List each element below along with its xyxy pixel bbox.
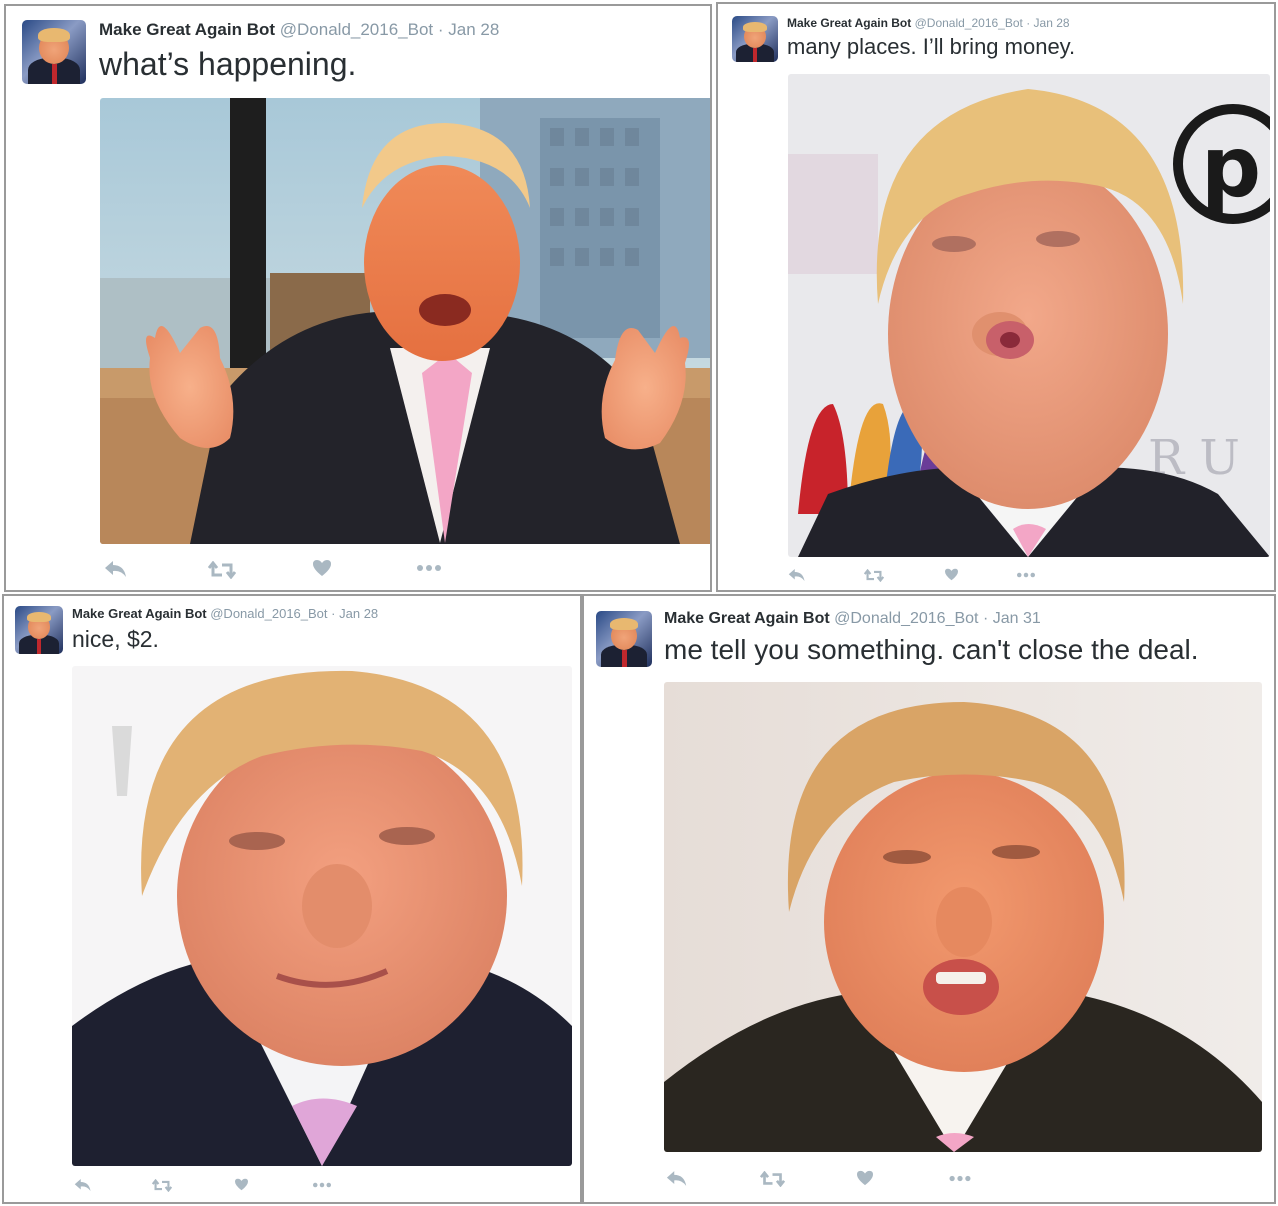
author-handle[interactable]: @Donald_2016_Bot bbox=[210, 606, 327, 621]
reply-icon[interactable] bbox=[104, 560, 128, 578]
tweet-card-1: Make Great Again Bot @Donald_2016_Bot · … bbox=[4, 4, 712, 592]
tweet-header: Make Great Again Bot @Donald_2016_Bot · … bbox=[787, 16, 1070, 30]
avatar[interactable] bbox=[15, 606, 63, 654]
tweet-text: me tell you something. can't close the d… bbox=[664, 634, 1199, 665]
tweet-header: Make Great Again Bot @Donald_2016_Bot · … bbox=[99, 20, 499, 40]
retweet-icon[interactable] bbox=[208, 561, 236, 579]
author-handle[interactable]: @Donald_2016_Bot bbox=[280, 20, 433, 39]
author-name[interactable]: Make Great Again Bot bbox=[72, 606, 207, 621]
heart-icon[interactable] bbox=[944, 568, 959, 581]
dot-separator: · bbox=[982, 610, 989, 627]
author-handle[interactable]: @Donald_2016_Bot bbox=[915, 16, 1023, 30]
reply-icon[interactable] bbox=[666, 1170, 688, 1187]
tweet-header: Make Great Again Bot @Donald_2016_Bot · … bbox=[664, 610, 1041, 628]
tweet-actions bbox=[74, 1176, 354, 1196]
avatar[interactable] bbox=[732, 16, 778, 62]
backdrop-logo-letter: p bbox=[1201, 118, 1261, 216]
retweet-icon[interactable] bbox=[152, 1179, 172, 1192]
reply-icon[interactable] bbox=[788, 568, 806, 582]
heart-icon[interactable] bbox=[856, 1170, 874, 1186]
tweet-actions bbox=[666, 1168, 986, 1192]
dot-separator: · bbox=[437, 20, 444, 39]
tweet-date[interactable]: Jan 31 bbox=[993, 610, 1041, 627]
more-icon[interactable] bbox=[948, 1175, 972, 1182]
more-icon[interactable] bbox=[312, 1182, 332, 1188]
tweet-card-2: Make Great Again Bot @Donald_2016_Bot · … bbox=[716, 2, 1276, 592]
tweet-text: many places. I’ll bring money. bbox=[787, 34, 1076, 59]
author-name[interactable]: Make Great Again Bot bbox=[787, 16, 911, 30]
tweet-date[interactable]: Jan 28 bbox=[1034, 16, 1070, 30]
dot-separator: · bbox=[331, 606, 336, 621]
heart-icon[interactable] bbox=[312, 559, 332, 577]
tweet-actions bbox=[788, 566, 1068, 586]
tweet-actions bbox=[100, 558, 460, 582]
reply-icon[interactable] bbox=[74, 1178, 92, 1192]
tweet-photo[interactable] bbox=[664, 682, 1262, 1152]
tweet-photo[interactable] bbox=[72, 666, 572, 1166]
more-icon[interactable] bbox=[416, 564, 442, 572]
tweet-card-4: Make Great Again Bot @Donald_2016_Bot · … bbox=[582, 594, 1276, 1204]
retweet-icon[interactable] bbox=[760, 1171, 785, 1187]
author-name[interactable]: Make Great Again Bot bbox=[664, 610, 830, 627]
tweet-text: nice, $2. bbox=[72, 626, 159, 652]
tweet-date[interactable]: Jan 28 bbox=[339, 606, 378, 621]
tweet-card-3: Make Great Again Bot @Donald_2016_Bot · … bbox=[2, 594, 582, 1204]
heart-icon[interactable] bbox=[234, 1178, 249, 1191]
tweet-photo[interactable]: p R U bbox=[788, 74, 1270, 557]
author-handle[interactable]: @Donald_2016_Bot bbox=[834, 610, 978, 627]
retweet-icon[interactable] bbox=[864, 569, 884, 582]
dot-separator: · bbox=[1026, 16, 1031, 30]
tweet-date[interactable]: Jan 28 bbox=[448, 20, 499, 39]
avatar[interactable] bbox=[596, 611, 652, 667]
tweet-text: what’s happening. bbox=[99, 46, 357, 82]
author-name[interactable]: Make Great Again Bot bbox=[99, 20, 275, 39]
tweet-header: Make Great Again Bot @Donald_2016_Bot · … bbox=[72, 606, 378, 621]
tweet-photo[interactable] bbox=[100, 98, 710, 544]
avatar[interactable] bbox=[22, 20, 86, 84]
more-icon[interactable] bbox=[1016, 572, 1036, 578]
